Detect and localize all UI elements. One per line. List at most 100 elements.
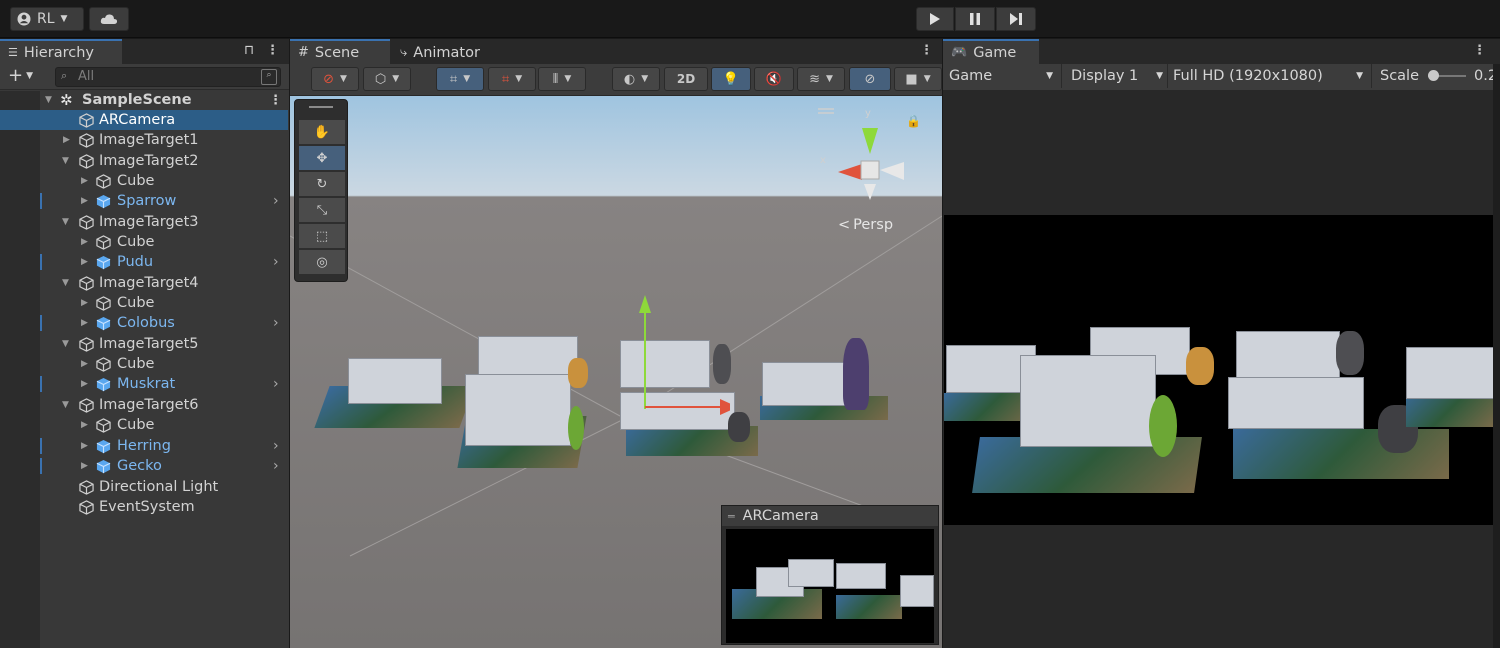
hierarchy-item-cube[interactable]: ▶ Cube bbox=[0, 171, 288, 191]
toggle-2d-button[interactable]: 2D bbox=[664, 67, 708, 91]
collapsed-arrow-icon[interactable]: ▶ bbox=[81, 441, 88, 451]
shading-dropdown[interactable]: ◐ ▼ bbox=[612, 67, 660, 91]
expand-arrow-icon[interactable]: ▼ bbox=[62, 400, 69, 410]
lighting-toggle[interactable]: 💡 bbox=[711, 67, 751, 91]
hierarchy-item-arcamera[interactable]: ARCamera bbox=[0, 110, 288, 130]
scene-menu-icon[interactable]: ⋮ bbox=[269, 93, 282, 108]
camera-dropdown[interactable]: ■ ▼ bbox=[894, 67, 942, 91]
persp-toggle[interactable]: < Persp bbox=[838, 217, 893, 233]
move-tool[interactable]: ✥ bbox=[299, 146, 345, 171]
chevron-right-icon[interactable]: › bbox=[273, 376, 279, 392]
rect-tool[interactable]: ⬚ bbox=[299, 224, 345, 249]
hierarchy-item-directional-light[interactable]: Directional Light bbox=[0, 477, 288, 497]
more-menu-icon[interactable]: ⋮ bbox=[920, 43, 933, 58]
expand-arrow-icon[interactable]: ▼ bbox=[45, 95, 52, 105]
tab-animator[interactable]: ⤷ Animator bbox=[392, 39, 502, 64]
chevron-right-icon[interactable]: › bbox=[273, 458, 279, 474]
hand-tool[interactable]: ✋ bbox=[299, 120, 345, 145]
tab-hierarchy[interactable]: ☰ Hierarchy bbox=[0, 39, 122, 64]
hierarchy-item-pudu[interactable]: ▶ Pudu › bbox=[0, 252, 288, 272]
collapsed-arrow-icon[interactable]: ▶ bbox=[81, 237, 88, 247]
neg-y-axis-cone[interactable] bbox=[864, 184, 876, 200]
more-menu-icon[interactable]: ⋮ bbox=[1473, 43, 1486, 58]
add-button[interactable]: + ▼ bbox=[8, 65, 33, 86]
increment-snap-dropdown[interactable]: ⌗ ▼ bbox=[488, 67, 536, 91]
hierarchy-item-cube[interactable]: ▶ Cube bbox=[0, 232, 288, 252]
hierarchy-item-cube[interactable]: ▶ Cube bbox=[0, 354, 288, 374]
collapsed-arrow-icon[interactable]: ▶ bbox=[81, 379, 88, 389]
muskrat-model[interactable] bbox=[728, 412, 750, 442]
collapsed-arrow-icon[interactable]: ▶ bbox=[81, 318, 88, 328]
y-axis-cone[interactable] bbox=[862, 128, 878, 154]
chevron-right-icon[interactable]: › bbox=[273, 254, 279, 270]
x-axis-cone[interactable] bbox=[838, 164, 862, 180]
expand-arrow-icon[interactable]: ▼ bbox=[62, 339, 69, 349]
game-mode-dropdown[interactable]: Game ▼ bbox=[949, 64, 1057, 88]
game-view-render[interactable] bbox=[944, 215, 1493, 525]
display-dropdown[interactable]: Display 1 ▼ bbox=[1061, 64, 1165, 88]
expand-arrow-icon[interactable]: ▼ bbox=[62, 156, 69, 166]
hierarchy-item-colobus[interactable]: ▶ Colobus › bbox=[0, 313, 288, 333]
lock-icon[interactable]: ⊓ bbox=[244, 43, 254, 58]
hierarchy-item-imagetarget3[interactable]: ▼ ImageTarget3 bbox=[0, 212, 288, 232]
hierarchy-item-herring[interactable]: ▶ Herring › bbox=[0, 436, 288, 456]
scale-slider-thumb[interactable] bbox=[1428, 70, 1439, 81]
hierarchy-item-imagetarget2[interactable]: ▼ ImageTarget2 bbox=[0, 151, 288, 171]
render-mode-dropdown[interactable]: ⬡ ▼ bbox=[363, 67, 411, 91]
hierarchy-item-imagetarget6[interactable]: ▼ ImageTarget6 bbox=[0, 395, 288, 415]
account-dropdown[interactable]: RL ▼ bbox=[10, 7, 84, 31]
draw-mode-dropdown[interactable]: ⊘ ▼ bbox=[311, 67, 359, 91]
expand-arrow-icon[interactable]: ▼ bbox=[62, 217, 69, 227]
audio-toggle[interactable]: 🔇 bbox=[754, 67, 794, 91]
expand-arrow-icon[interactable]: ▼ bbox=[62, 278, 69, 288]
herring-model[interactable] bbox=[843, 338, 869, 410]
play-button[interactable] bbox=[916, 7, 954, 31]
gizmo-center[interactable] bbox=[860, 160, 880, 180]
camera-preview-header[interactable]: ═ ARCamera bbox=[722, 506, 938, 526]
more-menu-icon[interactable]: ⋮ bbox=[266, 43, 279, 58]
game-panel-scrollbar[interactable] bbox=[1493, 64, 1500, 648]
scale-control[interactable]: Scale 0.2 bbox=[1371, 64, 1497, 88]
chevron-right-icon[interactable]: › bbox=[273, 438, 279, 454]
cloud-button[interactable] bbox=[89, 7, 129, 31]
pause-button[interactable] bbox=[955, 7, 995, 31]
chevron-right-icon[interactable]: › bbox=[273, 315, 279, 331]
info-card[interactable] bbox=[348, 358, 442, 404]
resolution-dropdown[interactable]: Full HD (1920x1080) ▼ bbox=[1167, 64, 1367, 88]
collapsed-arrow-icon[interactable]: ▶ bbox=[81, 196, 88, 206]
orientation-gizmo[interactable] bbox=[810, 106, 920, 201]
collapsed-arrow-icon[interactable]: ▶ bbox=[81, 257, 88, 267]
step-button[interactable] bbox=[996, 7, 1036, 31]
move-gizmo[interactable] bbox=[610, 291, 730, 421]
drag-handle[interactable] bbox=[309, 106, 333, 108]
visibility-toggle[interactable]: ⊘ bbox=[849, 67, 891, 91]
rotate-tool[interactable]: ↻ bbox=[299, 172, 345, 197]
collapsed-arrow-icon[interactable]: ▶ bbox=[81, 461, 88, 471]
hierarchy-item-cube[interactable]: ▶ Cube bbox=[0, 293, 288, 313]
ruler-dropdown[interactable]: ⦀ ▼ bbox=[538, 67, 586, 91]
tab-scene[interactable]: # Scene bbox=[290, 39, 390, 64]
hierarchy-item-gecko[interactable]: ▶ Gecko › bbox=[0, 456, 288, 476]
search-filter-icon[interactable]: ⌕ bbox=[261, 69, 277, 85]
hierarchy-item-cube[interactable]: ▶ Cube bbox=[0, 415, 288, 435]
collapsed-arrow-icon[interactable]: ▶ bbox=[81, 298, 88, 308]
scene-row[interactable]: ▼ ✲ SampleScene ⋮ bbox=[0, 90, 288, 110]
hierarchy-item-imagetarget4[interactable]: ▼ ImageTarget4 bbox=[0, 273, 288, 293]
search-input[interactable]: ⌕ All ⌕ bbox=[55, 67, 281, 87]
collapsed-arrow-icon[interactable]: ▶ bbox=[81, 359, 88, 369]
hierarchy-item-sparrow[interactable]: ▶ Sparrow › bbox=[0, 191, 288, 211]
chevron-right-icon[interactable]: › bbox=[273, 193, 279, 209]
collapsed-arrow-icon[interactable]: ▶ bbox=[63, 135, 70, 145]
hierarchy-item-imagetarget5[interactable]: ▼ ImageTarget5 bbox=[0, 334, 288, 354]
sparrow-model[interactable] bbox=[568, 358, 588, 388]
info-card[interactable] bbox=[762, 362, 846, 406]
grid-snap-dropdown[interactable]: ⌗ ▼ bbox=[436, 67, 484, 91]
scale-tool[interactable]: ⤡ bbox=[299, 198, 345, 223]
gecko-model[interactable] bbox=[568, 406, 584, 450]
transform-tool[interactable]: ◎ bbox=[299, 250, 345, 275]
lock-icon[interactable]: 🔒 bbox=[906, 114, 921, 128]
collapsed-arrow-icon[interactable]: ▶ bbox=[81, 420, 88, 430]
effects-dropdown[interactable]: ≋ ▼ bbox=[797, 67, 845, 91]
hierarchy-item-eventsystem[interactable]: EventSystem bbox=[0, 497, 288, 517]
tab-game[interactable]: 🎮 Game bbox=[943, 39, 1039, 64]
